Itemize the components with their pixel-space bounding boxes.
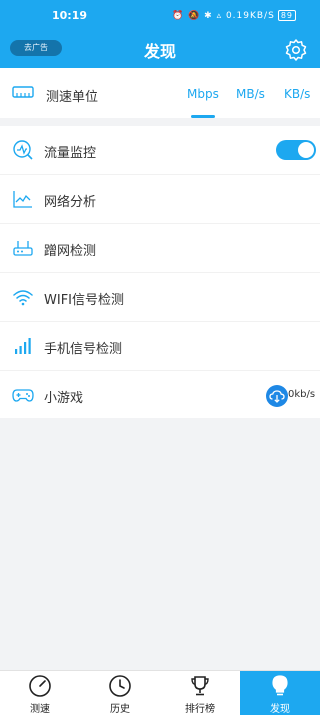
cellular-signal-label: 手机信号检测 xyxy=(44,342,123,357)
mini-game-label: 小游戏 xyxy=(44,391,84,406)
unit-option-kb-per-s[interactable]: KB/s xyxy=(284,87,310,101)
wifi-icon xyxy=(13,290,33,306)
page-title: 发现 xyxy=(143,42,176,61)
tab-speed-test-label: 测速 xyxy=(30,704,50,715)
unit-option-mb-per-s[interactable]: MB/s xyxy=(236,87,265,101)
speedometer-icon xyxy=(29,675,51,697)
tab-history-label: 历史 xyxy=(110,704,130,715)
status-icons: ⏰ 🔕 ✱ ▵ 0.19KB/S 89 xyxy=(172,10,296,21)
trophy-icon xyxy=(191,676,209,696)
speed-unit-label: 测速单位 xyxy=(46,90,99,105)
list-item-mini-game[interactable]: 小游戏 0kb/s xyxy=(0,371,320,420)
traffic-monitor-label: 流量监控 xyxy=(44,146,97,161)
toggle-knob xyxy=(298,142,314,158)
gear-icon[interactable] xyxy=(284,38,308,62)
ruler-icon xyxy=(12,86,34,98)
tab-ranking-label: 排行榜 xyxy=(185,704,215,715)
tab-discover[interactable]: 发现 xyxy=(240,671,320,715)
tab-discover-label: 发现 xyxy=(270,704,290,715)
status-indicators: ⏰ 🔕 ✱ ▵ 0.19KB/S xyxy=(172,11,275,21)
gamepad-icon xyxy=(12,389,34,402)
cloud-download-icon xyxy=(266,385,288,407)
battery-icon: 89 xyxy=(277,10,296,21)
list-item-network-analysis[interactable]: 网络分析 xyxy=(0,175,320,224)
list-item-wifi-signal[interactable]: WIFI信号检测 xyxy=(0,273,320,322)
status-bar: 10:19 ⏰ 🔕 ✱ ▵ 0.19KB/S 89 xyxy=(0,0,320,34)
bottom-tab-bar: 测速 历史 排行榜 发现 xyxy=(0,670,320,715)
speed-value: 0kb/s xyxy=(288,389,316,400)
wifi-intruder-label: 蹭网检测 xyxy=(44,244,97,259)
speed-unit-selector: 测速单位 Mbps MB/s KB/s xyxy=(0,68,320,118)
router-icon xyxy=(13,241,33,256)
cellular-signal-icon xyxy=(15,338,31,354)
app-header: 10:19 ⏰ 🔕 ✱ ▵ 0.19KB/S 89 去广告 发现 xyxy=(0,0,320,68)
feature-list: 流量监控 网络分析 蹭网检测 WIFI信号检测 手机信号检测 小游戏 0kb/s xyxy=(0,126,320,418)
unit-option-mbps[interactable]: Mbps xyxy=(187,87,219,101)
status-time: 10:19 xyxy=(52,9,88,22)
network-analysis-label: 网络分析 xyxy=(44,195,97,210)
selected-unit-indicator xyxy=(191,115,215,118)
network-analysis-icon xyxy=(13,191,32,208)
list-item-traffic-monitor[interactable]: 流量监控 xyxy=(0,126,320,175)
list-item-wifi-intruder[interactable]: 蹭网检测 xyxy=(0,224,320,273)
list-item-cellular-signal[interactable]: 手机信号检测 xyxy=(0,322,320,371)
traffic-monitor-icon xyxy=(13,140,33,160)
traffic-monitor-toggle[interactable] xyxy=(276,140,316,160)
tab-ranking[interactable]: 排行榜 xyxy=(160,671,240,715)
wifi-signal-label: WIFI信号检测 xyxy=(44,293,124,308)
tab-speed-test[interactable]: 测速 xyxy=(0,671,80,715)
clock-icon xyxy=(109,675,131,697)
lightbulb-icon xyxy=(272,675,288,696)
tab-history[interactable]: 历史 xyxy=(80,671,160,715)
